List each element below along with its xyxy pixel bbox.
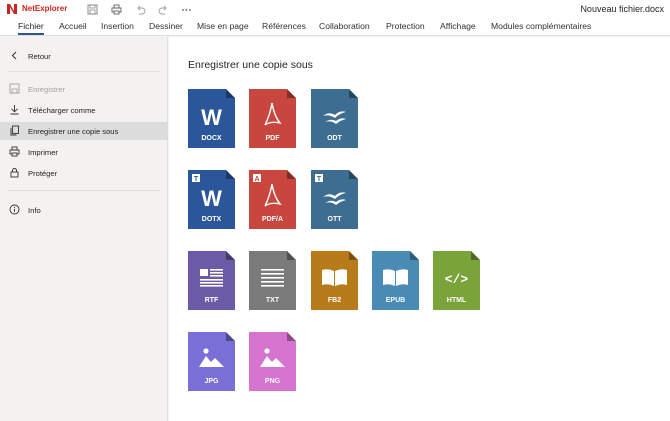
print-icon[interactable] bbox=[110, 3, 122, 15]
format-label: RTF bbox=[204, 297, 219, 304]
tab-accueil[interactable]: Accueil bbox=[59, 21, 87, 31]
svg-text:A: A bbox=[254, 176, 259, 183]
tab-collaboration[interactable]: Collaboration bbox=[319, 21, 370, 31]
title-bar: NetExplorer Nouveau fichier.docx bbox=[0, 0, 670, 18]
format-label: ODT bbox=[327, 135, 342, 142]
format-label: PDF/A bbox=[262, 216, 283, 223]
tab-modules-complementaires[interactable]: Modules complémentaires bbox=[491, 21, 591, 31]
format-label: PDF bbox=[265, 135, 280, 142]
sidebar-divider bbox=[8, 71, 160, 72]
tab-affichage[interactable]: Affichage bbox=[440, 21, 476, 31]
format-label: OTT bbox=[327, 216, 342, 223]
format-pdf-button[interactable]: PDF bbox=[249, 89, 296, 148]
format-epub-button[interactable]: EPUB bbox=[372, 251, 419, 310]
tab-protection[interactable]: Protection bbox=[386, 21, 425, 31]
svg-text:</>: </> bbox=[445, 272, 469, 287]
print-icon bbox=[9, 146, 20, 157]
document-title: Nouveau fichier.docx bbox=[580, 4, 664, 14]
sidebar-item-label: Info bbox=[28, 206, 41, 215]
sidebar-item-enregistrer-copie[interactable]: Enregistrer une copie sous bbox=[0, 122, 168, 140]
sidebar-divider bbox=[8, 190, 160, 191]
sidebar-item-label: Enregistrer une copie sous bbox=[28, 127, 119, 136]
chevron-left-icon bbox=[11, 51, 17, 60]
template-badge-icon: A bbox=[253, 174, 261, 183]
more-icon[interactable] bbox=[180, 3, 192, 15]
sidebar-item-enregistrer[interactable]: Enregistrer bbox=[0, 80, 168, 98]
sidebar-item-telecharger-comme[interactable]: Télécharger comme bbox=[0, 101, 168, 119]
sidebar-item-label: Télécharger comme bbox=[28, 106, 96, 115]
sidebar-item-label: Protéger bbox=[28, 169, 58, 178]
svg-text:W: W bbox=[201, 186, 222, 211]
app-name: NetExplorer bbox=[22, 4, 68, 13]
format-label: TXT bbox=[265, 297, 280, 304]
main-panel: Enregistrer une copie sous W DOCX PDF OD… bbox=[169, 37, 670, 421]
format-fb2-button[interactable]: FB2 bbox=[311, 251, 358, 310]
lock-icon bbox=[10, 168, 19, 178]
format-label: PNG bbox=[264, 378, 281, 385]
format-label: DOCX bbox=[201, 135, 222, 142]
template-badge-icon: T bbox=[315, 174, 323, 183]
format-docx-button[interactable]: W DOCX bbox=[188, 89, 235, 148]
format-txt-button[interactable]: TXT bbox=[249, 251, 296, 310]
format-rtf-button[interactable]: RTF bbox=[188, 251, 235, 310]
tab-references[interactable]: Références bbox=[262, 21, 306, 31]
svg-text:W: W bbox=[201, 105, 222, 130]
template-badge-icon: T bbox=[192, 174, 200, 183]
ribbon-tabs: Fichier Accueil Insertion Dessiner Mise … bbox=[0, 18, 670, 36]
info-icon bbox=[9, 204, 20, 215]
back-label: Retour bbox=[28, 52, 51, 61]
save-icon bbox=[9, 83, 20, 94]
back-button[interactable]: Retour bbox=[0, 47, 168, 65]
format-label: JPG bbox=[204, 378, 219, 385]
tab-insertion[interactable]: Insertion bbox=[101, 21, 134, 31]
sidebar-item-info[interactable]: Info bbox=[0, 201, 168, 219]
format-png-button[interactable]: PNG bbox=[249, 332, 296, 391]
svg-text:T: T bbox=[317, 176, 322, 183]
format-dotx-button[interactable]: T W DOTX bbox=[188, 170, 235, 229]
format-label: HTML bbox=[446, 297, 467, 304]
format-jpg-button[interactable]: JPG bbox=[188, 332, 235, 391]
sidebar-item-proteger[interactable]: Protéger bbox=[0, 164, 168, 182]
file-sidebar: Retour Enregistrer Télécharger comme Enr… bbox=[0, 37, 168, 421]
format-odt-button[interactable]: ODT bbox=[311, 89, 358, 148]
tab-dessiner[interactable]: Dessiner bbox=[149, 21, 183, 31]
redo-icon[interactable] bbox=[157, 3, 169, 15]
svg-text:T: T bbox=[194, 176, 199, 183]
download-icon bbox=[10, 105, 19, 115]
format-label: EPUB bbox=[385, 297, 406, 304]
format-label: DOTX bbox=[201, 216, 222, 223]
save-icon[interactable] bbox=[86, 3, 98, 15]
sidebar-item-label: Enregistrer bbox=[28, 85, 66, 94]
page-title: Enregistrer une copie sous bbox=[188, 59, 313, 71]
tab-fichier[interactable]: Fichier bbox=[18, 21, 44, 35]
format-html-button[interactable]: </> HTML bbox=[433, 251, 480, 310]
format-label: FB2 bbox=[327, 297, 342, 304]
sidebar-item-label: Imprimer bbox=[28, 148, 58, 157]
copy-icon bbox=[10, 125, 19, 136]
undo-icon[interactable] bbox=[134, 3, 146, 15]
tab-mise-en-page[interactable]: Mise en page bbox=[197, 21, 249, 31]
format-pdf-a-button[interactable]: A PDF/A bbox=[249, 170, 296, 229]
netexplorer-logo-icon bbox=[7, 4, 17, 14]
sidebar-item-imprimer[interactable]: Imprimer bbox=[0, 143, 168, 161]
format-ott-button[interactable]: T OTT bbox=[311, 170, 358, 229]
